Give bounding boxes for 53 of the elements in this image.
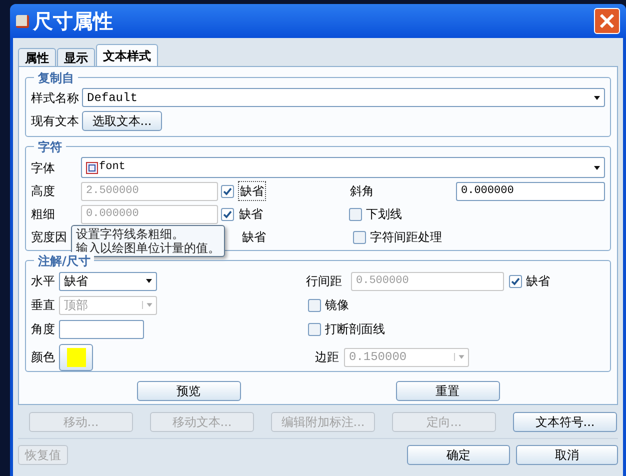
check-icon [223,210,232,218]
checkbox-label: 下划线 [366,206,402,223]
field-label: 颜色 [31,349,56,366]
checkbox[interactable] [308,322,321,336]
group-title: 复制自 [34,69,78,87]
field-label: 样式名称 [31,90,79,106]
field-label: 字体 [31,160,56,176]
field-label: 现有文本 [31,113,79,130]
font-icon [86,162,98,174]
dialog-button[interactable]: 选取文本... [82,111,162,131]
check-icon [511,276,520,286]
checkbox-label: 缺省 [239,206,264,223]
close-button[interactable] [594,8,620,34]
checkbox-label: 缺省 [242,229,267,246]
checkbox-label: 缺省 [238,181,266,201]
tab[interactable]: 文本样式 [96,44,158,66]
close-icon [599,13,615,29]
group-title: 注解/尺寸 [34,252,94,270]
checkbox[interactable] [349,208,362,220]
checkbox-label: 打断剖面线 [325,321,385,338]
field-label: 角度 [31,321,56,338]
color-button[interactable] [59,344,93,370]
checkbox-label: 镜像 [325,297,349,314]
field-label: 水平 [31,273,56,290]
checkbox[interactable] [353,230,366,244]
field-label: 高度 [31,183,56,200]
check-icon [223,186,232,196]
angle-field[interactable] [59,320,144,338]
font-dropdown[interactable]: font [81,157,605,178]
tab[interactable]: 显示 [57,48,95,66]
field-label: 宽度因 [31,229,67,246]
checkbox-label: 缺省 [526,273,550,290]
window-title: 尺寸属性 [33,8,113,35]
dialog-button[interactable]: 预览 [136,381,240,401]
dialog-button[interactable]: 取消 [516,445,618,465]
field-label: 粗细 [31,206,56,223]
font-value: font [99,160,126,176]
dialog-button[interactable]: 重置 [396,381,500,401]
style-dropdown[interactable]: Default [82,88,605,107]
field-label: 斜角 [350,183,375,200]
horizontal-dropdown[interactable]: 缺省 [59,272,157,290]
dialog-button[interactable]: 确定 [407,445,510,465]
slant-field[interactable]: 0.000000 [456,182,605,200]
group-title: 字符 [34,138,66,156]
checkbox[interactable] [308,298,321,312]
tooltip-line: 设置字符线条粗细。 [76,227,185,241]
dialog-button[interactable]: 文本符号... [513,412,617,432]
field-label: 边距 [315,349,340,366]
field-label: 行间距 [306,273,343,290]
checkbox-label: 字符间距处理 [370,229,442,246]
tab[interactable]: 属性 [18,48,56,66]
window-icon [16,14,29,28]
field-label: 垂直 [31,297,56,314]
